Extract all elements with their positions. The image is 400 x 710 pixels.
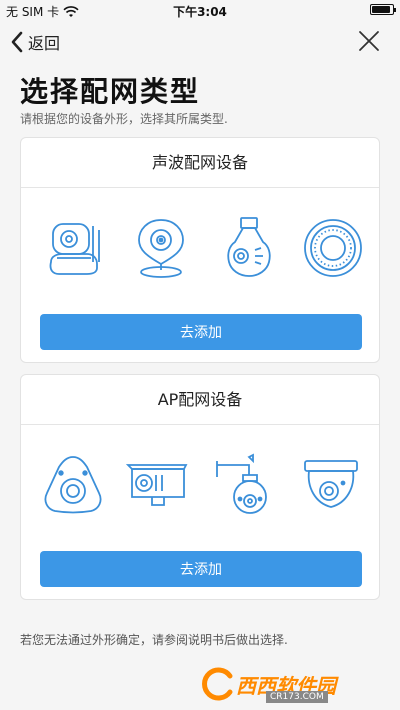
battery-icon	[370, 4, 396, 15]
robot-camera-icon[interactable]	[43, 216, 107, 280]
ap-card: AP配网设备 去添加	[20, 374, 380, 600]
page-title: 选择配网类型	[20, 75, 201, 108]
ptz-camera-icon[interactable]	[213, 453, 277, 517]
close-icon[interactable]	[358, 30, 380, 52]
card-title: 声波配网设备	[21, 138, 379, 188]
back-label: 返回	[28, 34, 61, 53]
fisheye-camera-icon[interactable]	[41, 453, 105, 517]
desk-camera-icon[interactable]	[129, 216, 193, 280]
page-subtitle: 请根据您的设备外形，选择其所属类型.	[20, 112, 228, 126]
sound-wave-card: 声波配网设备 去添加	[20, 137, 380, 363]
nav-bar: 返回	[0, 22, 400, 62]
watermark-domain: CR173.COM	[266, 691, 328, 703]
device-row	[21, 425, 379, 555]
back-button[interactable]: 返回	[10, 30, 60, 54]
card-title: AP配网设备	[21, 375, 379, 425]
logo-c-icon	[202, 667, 233, 701]
watermark-logo: 西西软件园 CR173.COM	[200, 664, 380, 704]
device-row	[21, 188, 379, 318]
status-bar: 无 SIM 卡 下午3:04	[0, 0, 400, 20]
battery-fill	[372, 6, 390, 13]
add-sound-wave-button[interactable]: 去添加	[40, 314, 362, 350]
round-camera-icon[interactable]	[301, 216, 365, 280]
status-time: 下午3:04	[173, 5, 227, 19]
add-ap-button[interactable]: 去添加	[40, 551, 362, 587]
dome-camera-icon[interactable]	[299, 453, 363, 517]
chevron-left-icon	[11, 31, 23, 53]
footer-note: 若您无法通过外形确定，请参阅说明书后做出选择.	[20, 633, 288, 647]
bullet-camera-icon[interactable]	[126, 453, 190, 517]
bulb-camera-icon[interactable]	[217, 216, 281, 280]
